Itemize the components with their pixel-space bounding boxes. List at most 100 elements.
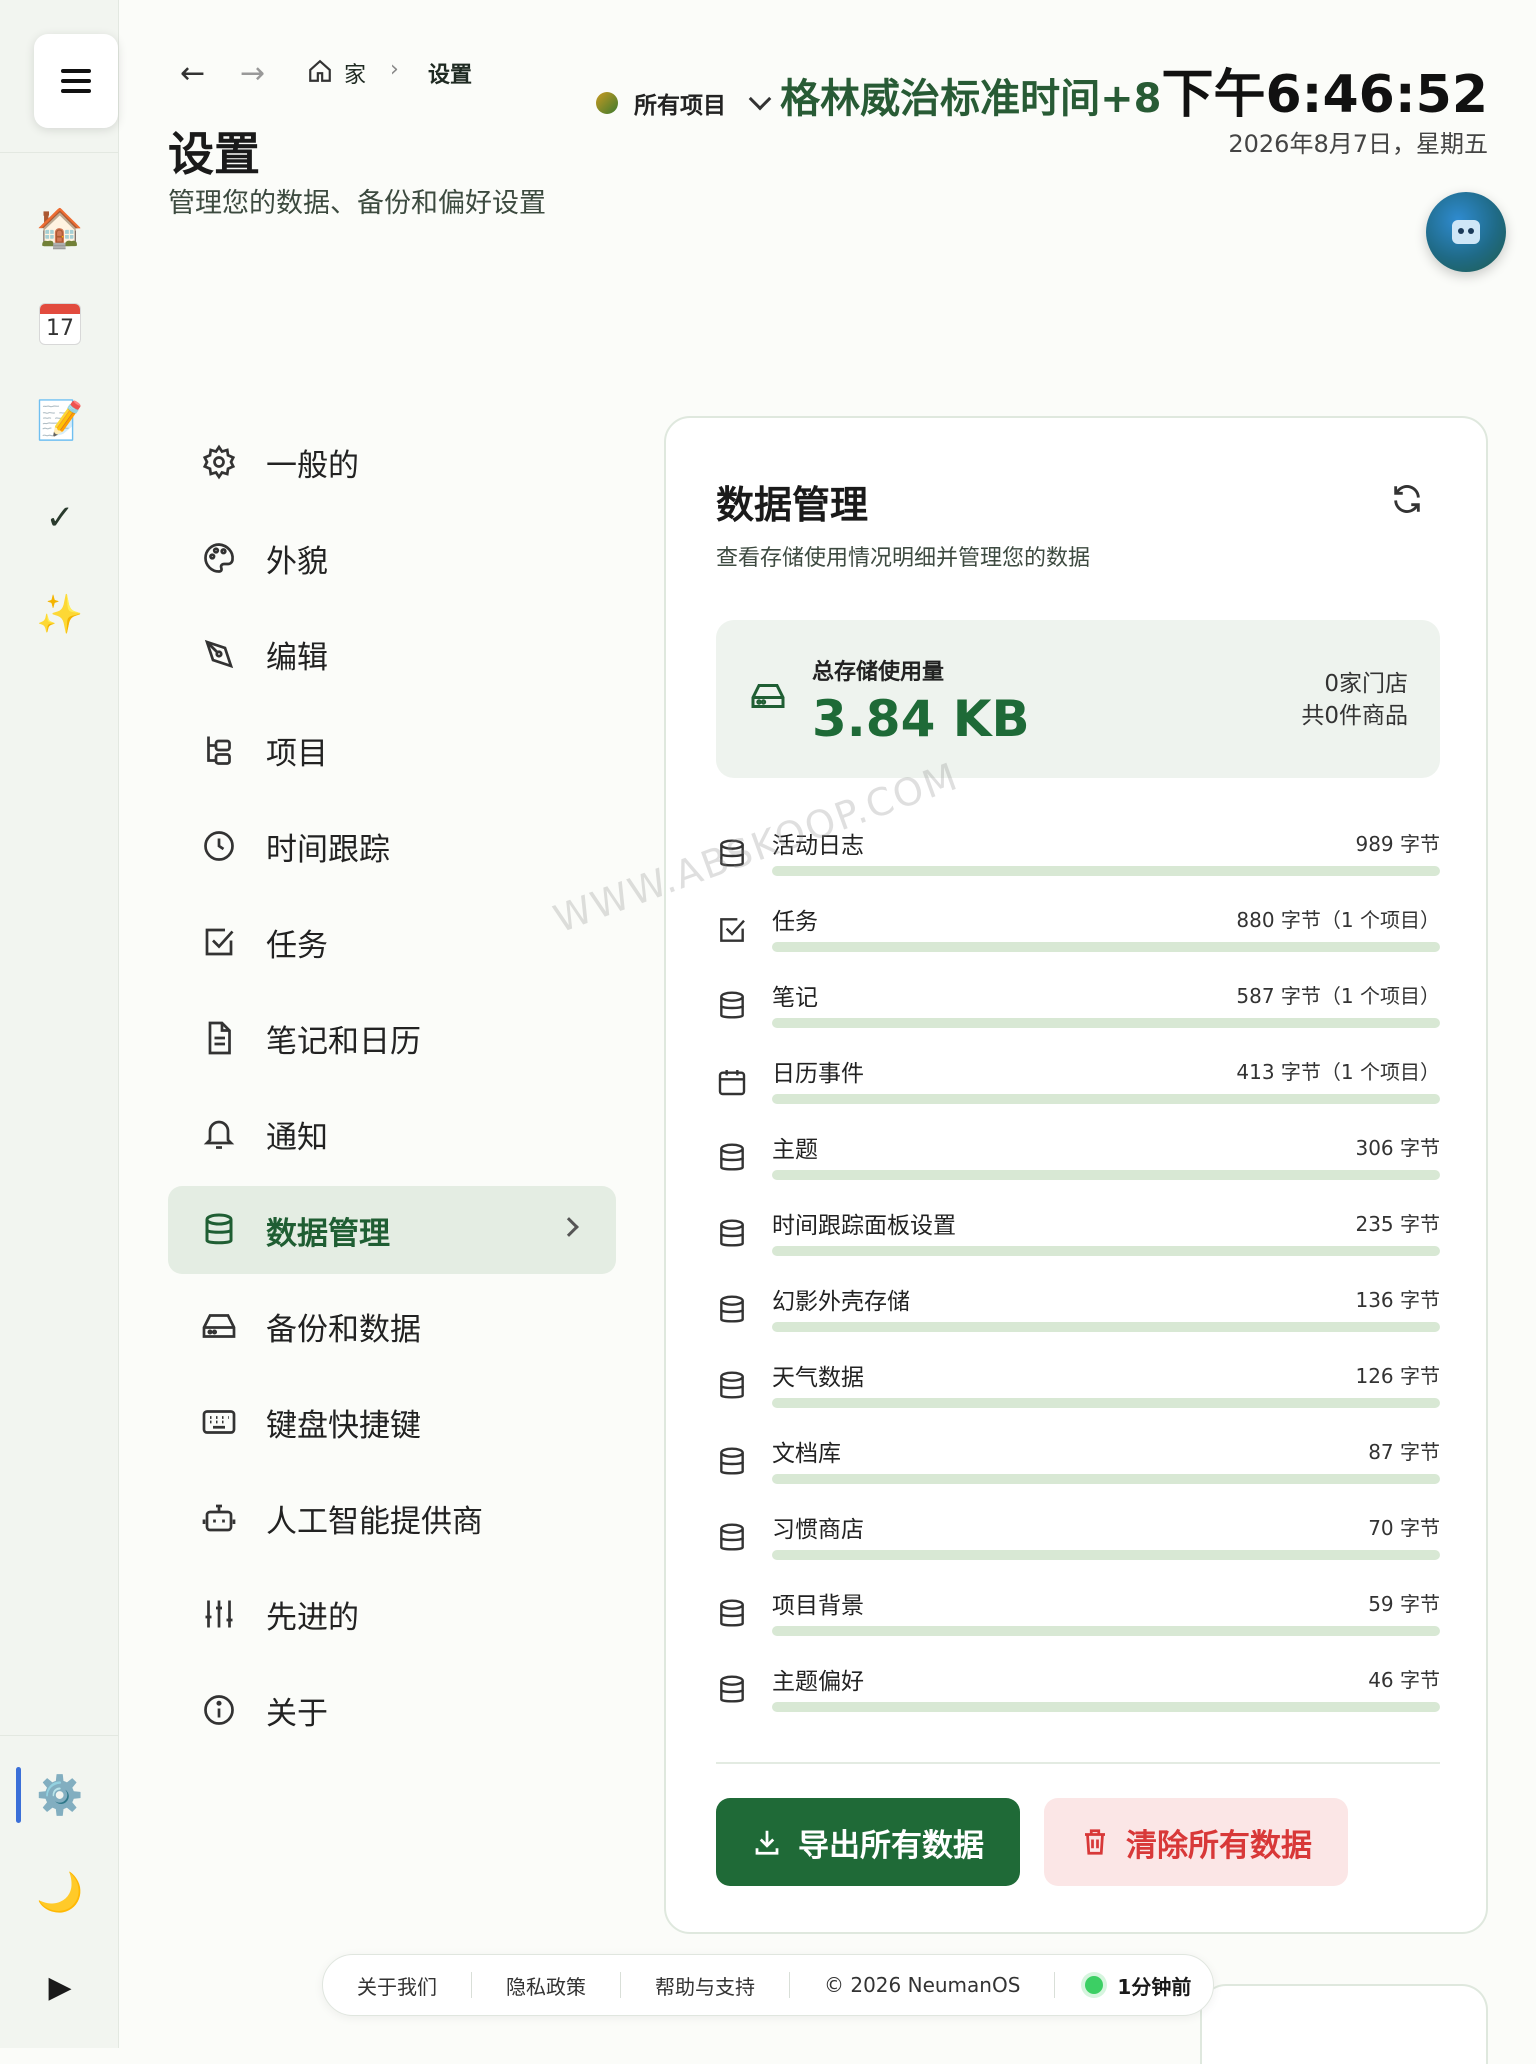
menu-item-label: 人工智能提供商 [266, 1503, 483, 1540]
menu-item-label: 先进的 [266, 1599, 359, 1636]
usage-bar-track [772, 942, 1440, 952]
usage-label: 主题 [772, 1137, 818, 1163]
moon-icon[interactable]: 🌙 [30, 1862, 90, 1922]
menu-item-advanced[interactable]: 先进的 [168, 1570, 616, 1658]
menu-item-notes-calendar[interactable]: 笔记和日历 [168, 994, 616, 1082]
usage-size: 70 字节 [1368, 1516, 1440, 1540]
calendar-icon[interactable]: 17 [30, 294, 90, 354]
menu-item-ai-providers[interactable]: 人工智能提供商 [168, 1474, 616, 1562]
clear-label: 清除所有数据 [1126, 1827, 1312, 1864]
usage-size: 59 字节 [1368, 1592, 1440, 1616]
export-all-data-button[interactable]: 导出所有数据 [716, 1798, 1020, 1886]
settings-menu: 一般的 外貌 编辑 项目 时间跟踪 任务 笔记和日历 通知 数据管理 备份和数据… [168, 418, 616, 1762]
hard-drive-icon [751, 684, 785, 708]
clear-all-data-button[interactable]: 清除所有数据 [1044, 1798, 1348, 1886]
play-icon[interactable]: ▶ [30, 1958, 90, 2018]
forward-arrow-icon[interactable]: → [240, 56, 265, 91]
sparkles-icon[interactable]: ✨ [30, 584, 90, 644]
menu-item-shortcuts[interactable]: 键盘快捷键 [168, 1378, 616, 1466]
rail-divider [0, 1735, 119, 1736]
house-icon[interactable]: 🏠 [30, 198, 90, 258]
footer-about-link[interactable]: 关于我们 [323, 1971, 471, 2000]
menu-item-data-management[interactable]: 数据管理 [168, 1186, 616, 1274]
sync-status: 1分钟前 [1055, 1971, 1191, 2000]
menu-toggle-button[interactable] [34, 34, 118, 128]
usage-label: 时间跟踪面板设置 [772, 1213, 956, 1239]
usage-bar-track [772, 1626, 1440, 1636]
bell-icon [200, 1115, 238, 1153]
footer-help-link[interactable]: 帮助与支持 [621, 1971, 789, 2000]
back-arrow-icon[interactable]: ← [180, 56, 205, 91]
menu-item-about[interactable]: 关于 [168, 1666, 616, 1754]
usage-size: 87 字节 [1368, 1440, 1440, 1464]
date-label: 2026年8月7日，星期五 [1228, 130, 1488, 158]
gear-icon[interactable]: ⚙️ [30, 1765, 90, 1825]
storage-usage-list: 活动日志 989 字节 任务 880 字节（1 个项目） 笔记 587 字节（1 个项目）… [716, 826, 1440, 1738]
menu-item-projects[interactable]: 项目 [168, 706, 616, 794]
document-icon [200, 1019, 238, 1057]
project-selector-label: 所有项目 [634, 93, 726, 119]
database-icon [200, 1211, 238, 1249]
usage-size: 587 字节（1 个项目） [1236, 984, 1440, 1008]
menu-item-notifications[interactable]: 通知 [168, 1090, 616, 1178]
usage-row: 主题偏好 46 字节 [716, 1662, 1440, 1738]
project-selector[interactable]: 所有项目 [596, 86, 772, 120]
usage-size: 306 字节 [1355, 1136, 1440, 1160]
menu-item-label: 时间跟踪 [266, 831, 390, 868]
home-icon[interactable] [307, 58, 333, 84]
usage-bar-track [772, 1094, 1440, 1104]
database-icon [716, 1522, 748, 1558]
usage-label: 任务 [772, 909, 818, 935]
memo-icon[interactable]: 📝 [30, 390, 90, 450]
menu-item-tasks[interactable]: 任务 [168, 898, 616, 986]
menu-item-label: 笔记和日历 [266, 1023, 421, 1060]
usage-row: 活动日志 989 字节 [716, 826, 1440, 902]
download-icon [755, 1830, 779, 1855]
usage-row: 日历事件 413 字节（1 个项目） [716, 1054, 1440, 1130]
usage-size: 126 字节 [1355, 1364, 1440, 1388]
usage-size: 136 字节 [1355, 1288, 1440, 1312]
footer-copyright: © 2026 NeumanOS [824, 1973, 1021, 1997]
menu-item-time-tracking[interactable]: 时间跟踪 [168, 802, 616, 890]
usage-size: 235 字节 [1355, 1212, 1440, 1236]
usage-bar-track [772, 1398, 1440, 1408]
hard-drive-icon [200, 1307, 238, 1345]
ai-assistant-button[interactable] [1426, 192, 1506, 272]
calendar-day: 17 [46, 316, 74, 341]
usage-row: 天气数据 126 字节 [716, 1358, 1440, 1434]
footer-privacy-link[interactable]: 隐私政策 [472, 1971, 620, 2000]
calendar-icon [716, 1066, 748, 1102]
chevron-right-icon [559, 1217, 579, 1237]
check-icon[interactable]: ✓ [30, 488, 90, 548]
footer-bar: 关于我们 隐私政策 帮助与支持 © 2026 NeumanOS 1分钟前 [322, 1954, 1214, 2016]
menu-item-general[interactable]: 一般的 [168, 418, 616, 506]
refresh-icon[interactable] [1390, 482, 1424, 516]
menu-item-appearance[interactable]: 外貌 [168, 514, 616, 602]
usage-label: 活动日志 [772, 833, 864, 859]
menu-item-label: 任务 [266, 927, 328, 964]
database-icon [716, 838, 748, 874]
usage-row: 项目背景 59 字节 [716, 1586, 1440, 1662]
status-dot [1085, 1976, 1104, 1994]
rail-active-indicator [16, 1767, 21, 1823]
hamburger-icon [61, 69, 91, 93]
breadcrumb-home[interactable]: 家 [344, 57, 366, 89]
menu-item-backup[interactable]: 备份和数据 [168, 1282, 616, 1370]
menu-item-label: 备份和数据 [266, 1311, 421, 1348]
usage-label: 天气数据 [772, 1365, 864, 1391]
clock: 格林威治标准时间+8下午6:46:52 [780, 52, 1488, 127]
pen-icon [200, 635, 238, 673]
usage-row: 时间跟踪面板设置 235 字节 [716, 1206, 1440, 1282]
clock-timezone: 格林威治标准时间+8 [780, 76, 1162, 122]
card-title: 数据管理 [716, 483, 869, 527]
project-tree-icon [200, 731, 238, 769]
total-storage-value: 3.84 KB [812, 690, 1030, 748]
total-storage-label: 总存储使用量 [812, 660, 945, 685]
checkbox-icon [200, 923, 238, 961]
page-title: 设置 [168, 127, 260, 181]
menu-item-label: 外貌 [266, 543, 328, 580]
menu-item-editor[interactable]: 编辑 [168, 610, 616, 698]
usage-size: 46 字节 [1368, 1668, 1440, 1692]
usage-bar-track [772, 1246, 1440, 1256]
usage-label: 习惯商店 [772, 1517, 864, 1543]
